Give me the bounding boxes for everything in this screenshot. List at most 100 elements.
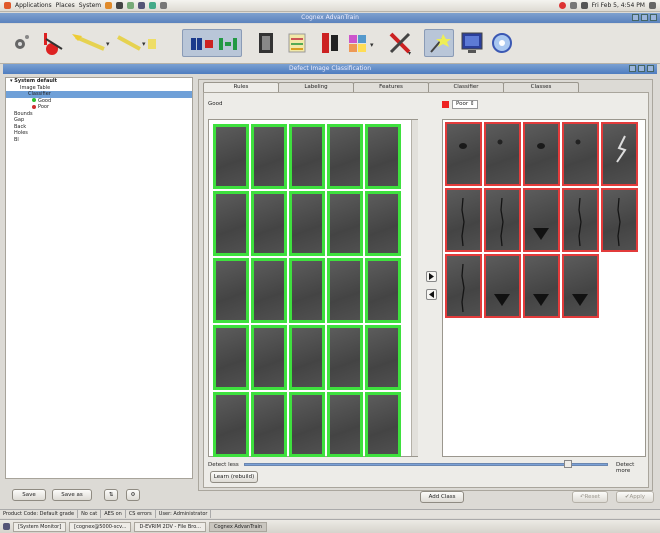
- poor-class-select[interactable]: Poor ⇕: [442, 99, 479, 109]
- tab-features[interactable]: Features: [353, 82, 429, 92]
- good-image-tile[interactable]: [213, 392, 249, 457]
- tools-button[interactable]: ▾: [386, 29, 414, 57]
- save-button[interactable]: Save: [12, 489, 46, 501]
- tree-item[interactable]: Bl: [6, 137, 192, 144]
- film-tool-button[interactable]: [256, 29, 276, 57]
- roi-tool-button[interactable]: [182, 29, 242, 57]
- inner-close-button[interactable]: [647, 65, 654, 72]
- poor-image-tile[interactable]: [562, 122, 599, 186]
- terminal-launcher-icon[interactable]: [116, 2, 124, 9]
- taskbar-item[interactable]: [cognex@5000-scv...: [69, 521, 132, 532]
- poor-image-tile[interactable]: [601, 188, 638, 252]
- maximize-button[interactable]: [641, 14, 648, 21]
- move-left-button[interactable]: [426, 289, 437, 300]
- apply-button[interactable]: ✔Apply: [616, 491, 654, 503]
- display-tool-button[interactable]: [460, 29, 484, 57]
- good-image-tile[interactable]: [365, 191, 401, 256]
- poor-image-tile[interactable]: [445, 122, 482, 186]
- places-menu[interactable]: Places: [56, 2, 75, 9]
- good-image-tile[interactable]: [251, 325, 287, 390]
- volume-icon[interactable]: [580, 2, 588, 9]
- poor-image-tile[interactable]: [484, 254, 521, 318]
- power-icon[interactable]: [649, 2, 656, 9]
- good-image-tile[interactable]: [213, 191, 249, 256]
- app-launcher-icon[interactable]: [160, 2, 168, 9]
- poor-image-tile[interactable]: [484, 122, 521, 186]
- save-as-button[interactable]: Save as: [52, 489, 92, 501]
- poor-image-tile[interactable]: [484, 188, 521, 252]
- close-button[interactable]: [650, 14, 657, 21]
- good-image-tile[interactable]: [289, 191, 325, 256]
- inner-maximize-button[interactable]: [638, 65, 645, 72]
- taskbar-item[interactable]: D-EVRIM 2DV - File Bro...: [134, 521, 206, 532]
- tab-labeling[interactable]: Labeling: [278, 82, 354, 92]
- taskbar-item[interactable]: Cognex AdvanTrain: [208, 521, 268, 532]
- good-image-tile[interactable]: [327, 124, 363, 189]
- good-image-tile[interactable]: [327, 392, 363, 457]
- add-class-button[interactable]: Add Class: [420, 491, 464, 503]
- pointer-tool-button[interactable]: ▾: [70, 29, 112, 57]
- poor-image-tile[interactable]: [445, 254, 482, 318]
- good-image-tile[interactable]: [251, 258, 287, 323]
- defect-mark: [575, 139, 581, 145]
- good-image-tile[interactable]: [251, 392, 287, 457]
- settings-button[interactable]: ⚙: [126, 489, 140, 501]
- poor-image-tile[interactable]: [523, 188, 560, 252]
- good-image-tile[interactable]: [289, 258, 325, 323]
- inspect-icon: [44, 33, 63, 55]
- good-image-tile[interactable]: [365, 258, 401, 323]
- settings-tool-button[interactable]: [8, 29, 32, 57]
- poor-image-tile[interactable]: [562, 254, 599, 318]
- inner-minimize-button[interactable]: [629, 65, 636, 72]
- good-image-tile[interactable]: [327, 191, 363, 256]
- disc-tool-button[interactable]: [490, 29, 514, 57]
- list-tool-button[interactable]: [286, 29, 308, 57]
- update-icon[interactable]: [558, 2, 566, 9]
- good-image-tile[interactable]: [365, 325, 401, 390]
- show-desktop-icon[interactable]: [3, 523, 10, 530]
- reset-button[interactable]: ↶Reset: [572, 491, 608, 503]
- minimize-button[interactable]: [632, 14, 639, 21]
- good-image-tile[interactable]: [365, 392, 401, 457]
- good-image-tile[interactable]: [289, 325, 325, 390]
- sort-button[interactable]: ⇅: [104, 489, 118, 501]
- good-image-tile[interactable]: [213, 258, 249, 323]
- applications-menu[interactable]: Applications: [15, 2, 52, 9]
- ruler-tool-button[interactable]: ▾: [114, 29, 158, 57]
- monitor-launcher-icon[interactable]: [138, 2, 146, 9]
- system-menu[interactable]: System: [79, 2, 101, 9]
- poor-image-tile[interactable]: [523, 122, 560, 186]
- firefox-launcher-icon[interactable]: [105, 2, 113, 9]
- poor-image-tile[interactable]: [523, 254, 560, 318]
- slider-thumb[interactable]: [563, 460, 572, 468]
- good-image-tile[interactable]: [327, 258, 363, 323]
- poor-image-tile[interactable]: [562, 188, 599, 252]
- good-image-tile[interactable]: [213, 124, 249, 189]
- tab-classes[interactable]: Classes: [503, 82, 579, 92]
- good-images-box: [208, 119, 418, 457]
- compare-tool-button[interactable]: [318, 29, 342, 57]
- sensitivity-slider[interactable]: [244, 463, 608, 466]
- good-image-tile[interactable]: [289, 392, 325, 457]
- poor-image-tile[interactable]: [601, 122, 638, 186]
- palette-tool-button[interactable]: ▾: [346, 29, 380, 57]
- stop-tool-button[interactable]: [40, 29, 66, 57]
- learn-button[interactable]: Learn (rebuild): [210, 471, 258, 483]
- app-launcher-icon[interactable]: [149, 2, 157, 9]
- poor-image-tile[interactable]: [445, 188, 482, 252]
- good-image-tile[interactable]: [327, 325, 363, 390]
- network-icon[interactable]: [569, 2, 577, 9]
- good-image-tile[interactable]: [365, 124, 401, 189]
- applications-menu-icon[interactable]: [4, 2, 11, 9]
- move-right-button[interactable]: [426, 271, 437, 282]
- good-image-tile[interactable]: [251, 124, 287, 189]
- magic-tool-button[interactable]: [424, 29, 454, 57]
- tab-classifier[interactable]: Classifier: [428, 82, 504, 92]
- clock[interactable]: Fri Feb 5, 4:54 PM: [592, 2, 645, 9]
- editor-launcher-icon[interactable]: [127, 2, 135, 9]
- taskbar-item[interactable]: [System Monitor]: [13, 521, 67, 532]
- good-image-tile[interactable]: [251, 191, 287, 256]
- good-image-tile[interactable]: [213, 325, 249, 390]
- good-scrollbar[interactable]: [411, 120, 418, 456]
- good-image-tile[interactable]: [289, 124, 325, 189]
